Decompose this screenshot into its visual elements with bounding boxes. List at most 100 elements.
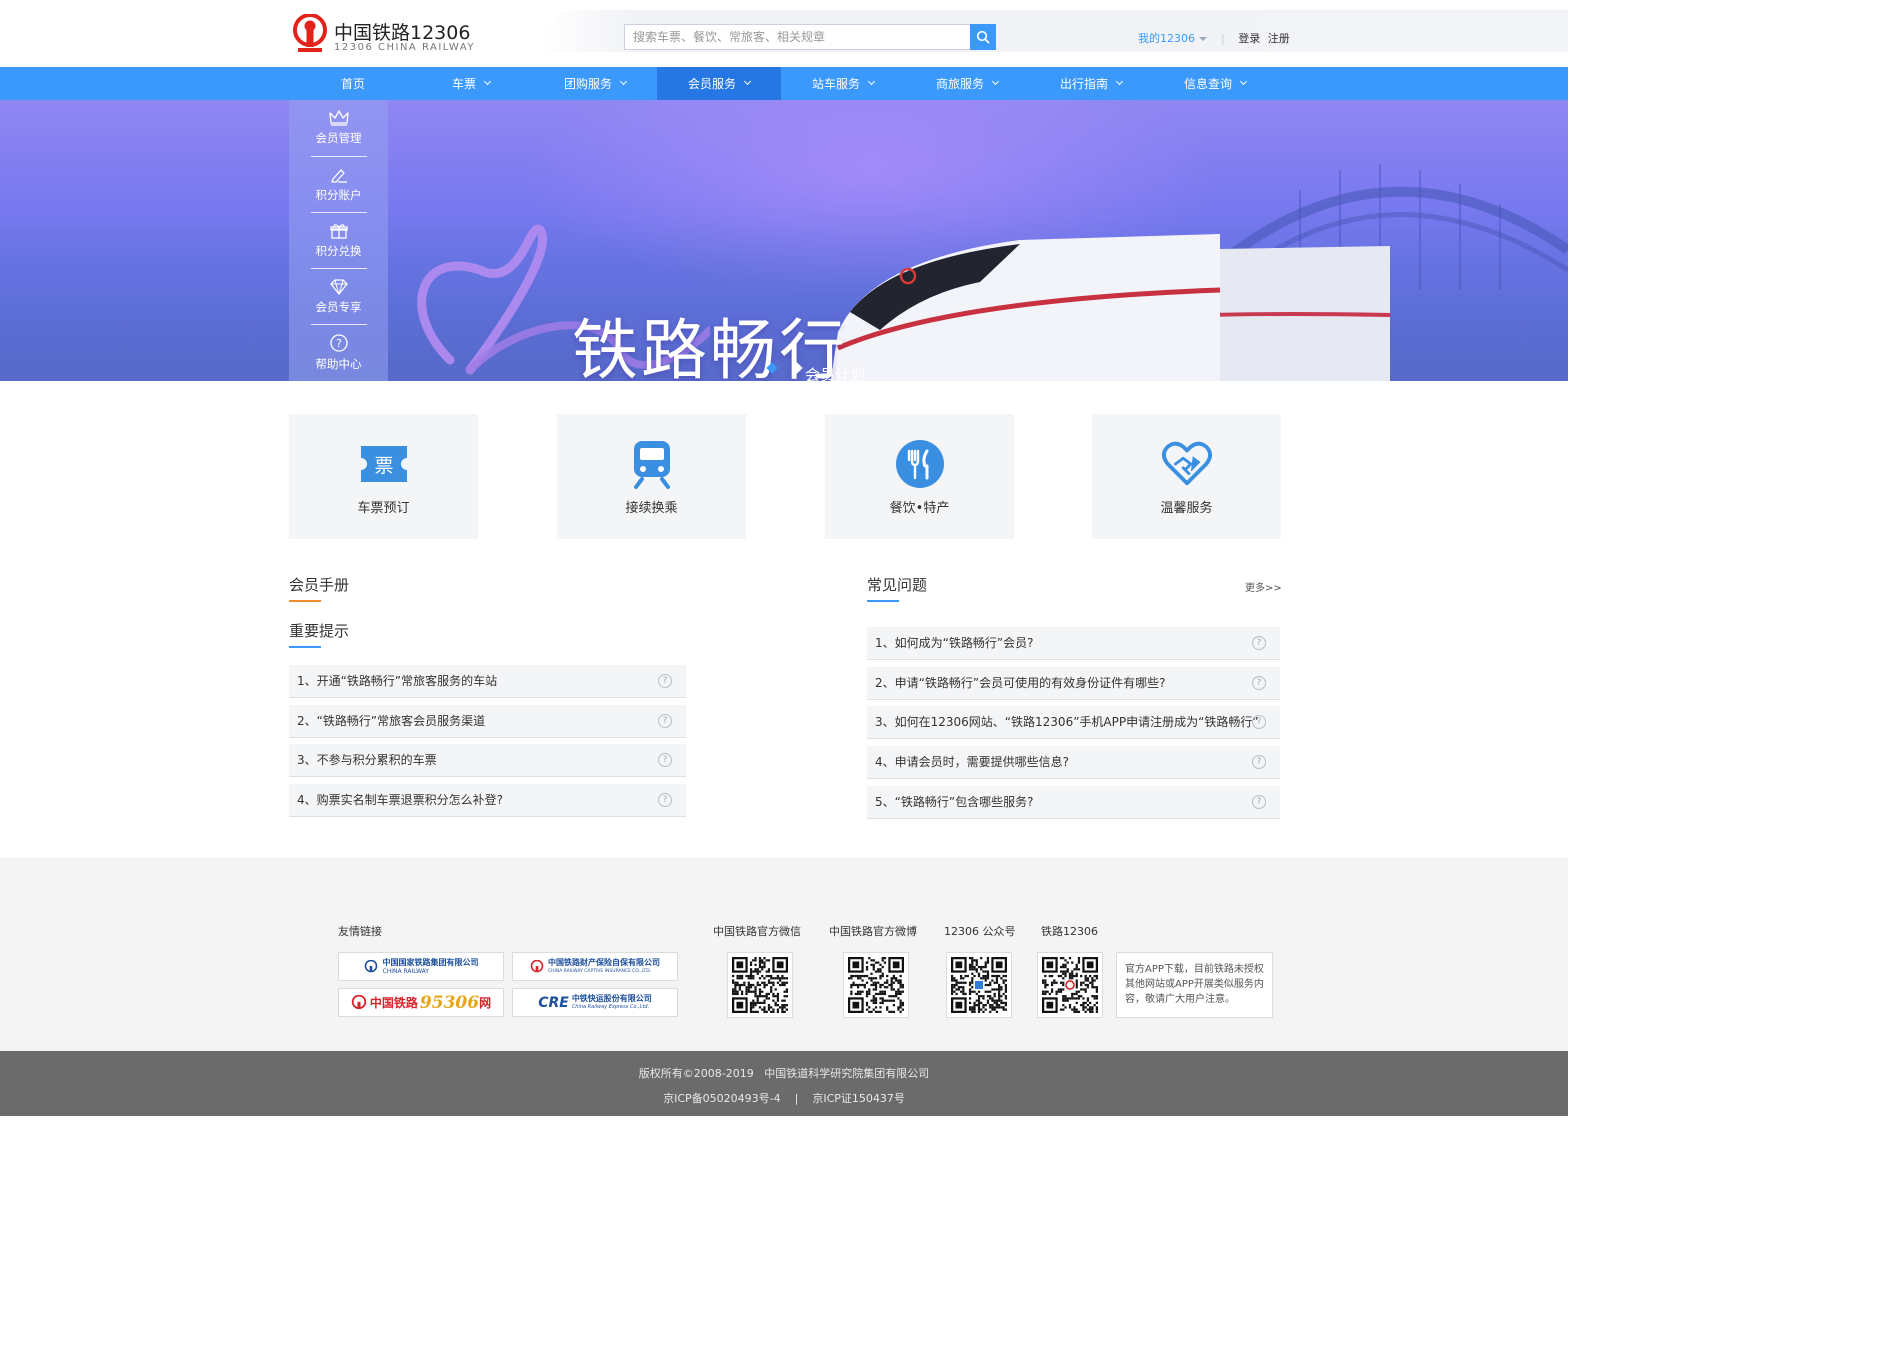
nav-label: 会员服务 bbox=[687, 77, 736, 91]
handbook-item[interactable]: 2、“铁路畅行”常旅客会员服务渠道? bbox=[289, 705, 686, 738]
notice-title-underline bbox=[289, 646, 321, 648]
search-bar: 搜索车票、餐饮、常旅客、相关规章 bbox=[624, 24, 996, 50]
divider: | bbox=[794, 1092, 799, 1105]
svg-text:?: ? bbox=[336, 337, 342, 350]
question-icon: ? bbox=[658, 753, 672, 767]
partner-accent: 95306 bbox=[419, 992, 480, 1013]
register-link[interactable]: 注册 bbox=[1268, 32, 1290, 45]
question-icon: ? bbox=[1252, 795, 1266, 809]
faq-title: 常见问题 bbox=[867, 576, 928, 594]
handbook-item[interactable]: 1、开通“铁路畅行”常旅客服务的车站? bbox=[289, 665, 686, 698]
service-card-warm-service[interactable]: 温馨服务 bbox=[1092, 414, 1281, 539]
partner-link-insurance[interactable]: 中国铁路财产保险自保有限公司 CHINA RAILWAY CAPTIVE INS… bbox=[512, 952, 678, 981]
member-handbook-title[interactable]: 会员手册 bbox=[289, 574, 349, 595]
icp-license-link[interactable]: 京ICP证150437号 bbox=[812, 1092, 905, 1105]
chevron-down-icon bbox=[1239, 77, 1248, 86]
partner-text: 中铁快运股份有限公司 China Railway Express Co.,Ltd… bbox=[572, 994, 652, 1012]
my-12306-link[interactable]: 我的12306 bbox=[1138, 32, 1195, 45]
login-link[interactable]: 登录 bbox=[1238, 32, 1260, 45]
handbook-item-text: 2、“铁路畅行”常旅客会员服务渠道 bbox=[297, 714, 486, 728]
sidemenu-member-management[interactable]: 会员管理 bbox=[289, 100, 388, 156]
pen-icon bbox=[330, 169, 347, 183]
chevron-down-icon bbox=[1199, 36, 1207, 41]
faq-item[interactable]: 4、申请会员时，需要提供哪些信息?? bbox=[867, 746, 1280, 779]
service-card-label: 接续换乘 bbox=[625, 501, 678, 516]
nav-tickets[interactable]: 车票 bbox=[409, 67, 533, 100]
faq-item[interactable]: 3、如何在12306网站、“铁路12306”手机APP申请注册成为“铁路畅行”? bbox=[867, 706, 1280, 739]
partner-link-95306[interactable]: 中国铁路 95306 网 bbox=[338, 988, 504, 1017]
nav-label: 首页 bbox=[340, 77, 365, 91]
logo-subtitle: 12306 CHINA RAILWAY bbox=[334, 42, 475, 53]
ticket-icon-glyph: 票 bbox=[374, 455, 393, 477]
chevron-down-icon bbox=[867, 77, 876, 86]
service-card-transfer[interactable]: 接续换乘 bbox=[557, 414, 746, 539]
faq-more-link[interactable]: 更多>> bbox=[1245, 579, 1282, 594]
nav-label: 出行指南 bbox=[1059, 77, 1108, 91]
site-header: 中国铁路12306 12306 CHINA RAILWAY 搜索车票、餐饮、常旅… bbox=[0, 0, 1568, 67]
partner-name: 中国铁路 bbox=[369, 996, 418, 1010]
nav-info-query[interactable]: 信息查询 bbox=[1153, 67, 1277, 100]
qr-code-wechat bbox=[727, 952, 793, 1018]
member-side-menu: 会员管理 积分账户 积分兑换 会员专享 ? 帮助中心 bbox=[289, 100, 388, 381]
railway-logo-icon bbox=[530, 959, 544, 972]
friendly-links-title: 友情链接 bbox=[338, 925, 382, 938]
question-icon: ? bbox=[1252, 715, 1266, 729]
nav-label: 车票 bbox=[451, 77, 476, 91]
nav-label: 站车服务 bbox=[811, 77, 860, 91]
hero-banner[interactable]: 铁路畅行 会员计划 bbox=[0, 100, 1568, 381]
chevron-down-icon bbox=[743, 77, 752, 86]
icp-record-link[interactable]: 京ICP备05020493号-4 bbox=[663, 1092, 781, 1105]
search-input[interactable]: 搜索车票、餐饮、常旅客、相关规章 bbox=[624, 24, 972, 50]
search-button[interactable] bbox=[970, 24, 996, 50]
service-card-label: 车票预订 bbox=[357, 501, 410, 516]
faq-item[interactable]: 1、如何成为“铁路畅行”会员?? bbox=[867, 627, 1280, 660]
handbook-item[interactable]: 3、不参与积分累积的车票? bbox=[289, 744, 686, 777]
railway-logo-icon bbox=[364, 959, 377, 972]
nav-travel-guide[interactable]: 出行指南 bbox=[1029, 67, 1153, 100]
crown-icon bbox=[328, 110, 349, 126]
search-icon bbox=[976, 30, 990, 44]
railway-logo-icon bbox=[293, 14, 327, 52]
important-notice-title: 重要提示 bbox=[289, 622, 350, 640]
nav-business-travel[interactable]: 商旅服务 bbox=[905, 67, 1029, 100]
partner-link-china-railway[interactable]: 中国国家铁路集团有限公司 CHINA RAILWAY bbox=[338, 952, 504, 981]
faq-item[interactable]: 2、申请“铁路畅行”会员可使用的有效身份证件有哪些?? bbox=[867, 667, 1280, 700]
sidemenu-help-center[interactable]: ? 帮助中心 bbox=[289, 325, 388, 381]
nav-group-buying[interactable]: 团购服务 bbox=[533, 67, 657, 100]
handbook-item-text: 4、购票实名制车票退票积分怎么补登? bbox=[297, 793, 504, 807]
sidemenu-points-redeem[interactable]: 积分兑换 bbox=[289, 213, 388, 269]
railway-logo-icon bbox=[351, 994, 367, 1009]
copyright-text: 版权所有©2008-2019 中国铁道科学研究院集团有限公司 bbox=[638, 1067, 930, 1080]
service-card-dining[interactable]: 餐饮•特产 bbox=[825, 414, 1014, 539]
icp-line: 京ICP备05020493号-4 | 京ICP证150437号 bbox=[0, 1090, 1568, 1106]
handshake-heart-icon bbox=[1161, 439, 1212, 489]
nav-home[interactable]: 首页 bbox=[291, 67, 415, 100]
nav-label: 信息查询 bbox=[1183, 77, 1232, 91]
faq-item-text: 5、“铁路畅行”包含哪些服务? bbox=[875, 795, 1034, 809]
handbook-item-text: 1、开通“铁路畅行”常旅客服务的车站 bbox=[297, 674, 498, 688]
nav-label: 商旅服务 bbox=[935, 77, 984, 91]
nav-member-service[interactable]: 会员服务 bbox=[657, 67, 781, 100]
qr-title-public-account: 12306 公众号 bbox=[944, 925, 1016, 938]
faq-item[interactable]: 5、“铁路畅行”包含哪些服务?? bbox=[867, 786, 1280, 819]
question-icon: ? bbox=[658, 674, 672, 688]
sidemenu-member-exclusive[interactable]: 会员专享 bbox=[289, 269, 388, 325]
sidemenu-points-account[interactable]: 积分账户 bbox=[289, 157, 388, 213]
qr-code-app bbox=[1037, 952, 1103, 1018]
partner-name: CRE bbox=[538, 994, 569, 1011]
question-icon: ? bbox=[658, 714, 672, 728]
site-logo[interactable]: 中国铁路12306 12306 CHINA RAILWAY bbox=[289, 12, 479, 56]
faq-item-text: 2、申请“铁路畅行”会员可使用的有效身份证件有哪些? bbox=[875, 676, 1166, 690]
partner-accent: 中铁快运股份有限公司 bbox=[571, 993, 652, 1003]
handbook-item[interactable]: 4、购票实名制车票退票积分怎么补登?? bbox=[289, 784, 686, 817]
partner-sub: China Railway Express Co.,Ltd. bbox=[571, 1003, 650, 1010]
faq-item-text: 1、如何成为“铁路畅行”会员? bbox=[875, 636, 1034, 650]
main-nav: 首页 车票 团购服务 会员服务 站车服务 商旅服务 出行指南 信息查询 bbox=[0, 67, 1568, 100]
nav-label: 团购服务 bbox=[563, 77, 612, 91]
service-card-ticket-booking[interactable]: 票 车票预订 bbox=[289, 414, 478, 539]
partner-sub: CHINA RAILWAY CAPTIVE INSURANCE CO.,LTD. bbox=[548, 968, 652, 974]
nav-station-service[interactable]: 站车服务 bbox=[781, 67, 905, 100]
partner-name: 中国国家铁路集团有限公司 bbox=[382, 957, 479, 967]
chevron-down-icon bbox=[1115, 77, 1124, 86]
partner-link-china-railway-express[interactable]: CRE 中铁快运股份有限公司 China Railway Express Co.… bbox=[512, 988, 678, 1017]
